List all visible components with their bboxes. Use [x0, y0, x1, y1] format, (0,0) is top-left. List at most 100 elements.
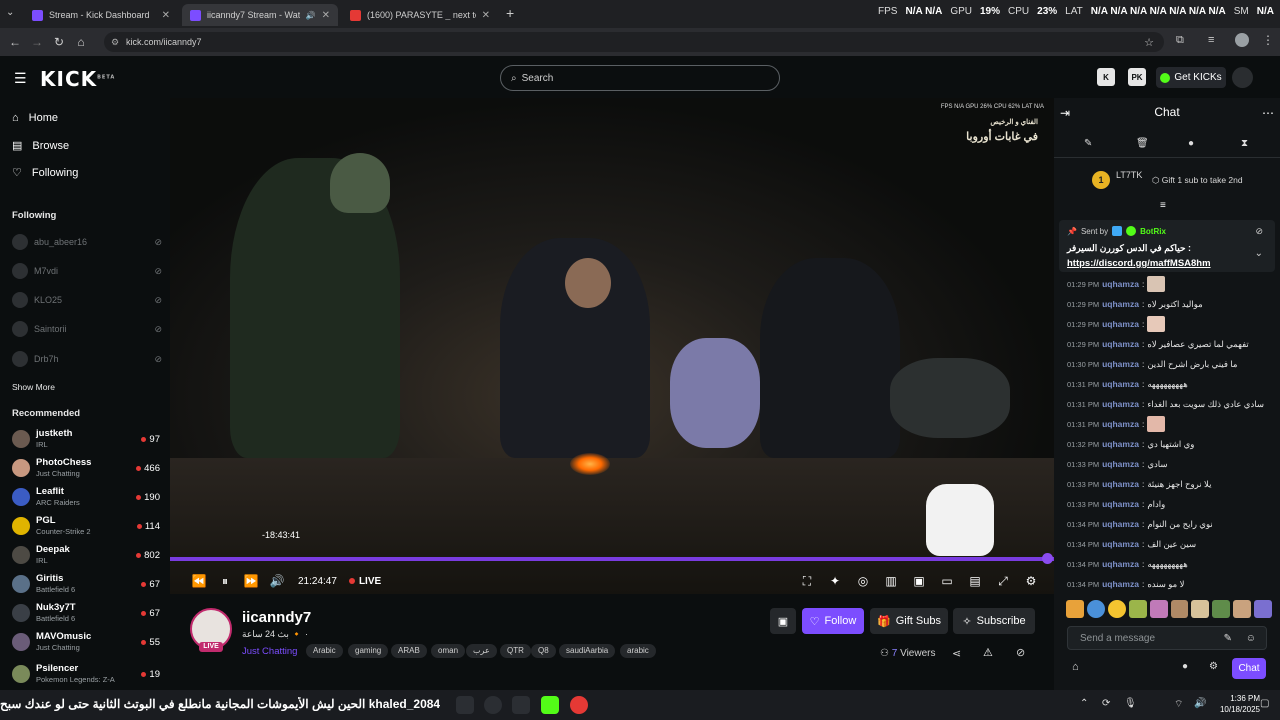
more-options-button[interactable]: ▣: [770, 608, 796, 634]
message-user[interactable]: uqhamza: [1102, 379, 1139, 389]
close-tab-icon[interactable]: ✕: [322, 10, 330, 21]
reading-list-icon[interactable]: ≡: [1208, 34, 1214, 46]
recommended-item[interactable]: Giritis Battlefield 6 67: [12, 570, 160, 598]
trash-icon[interactable]: 🗑: [1136, 138, 1149, 149]
hide-icon[interactable]: ⊘: [1016, 646, 1025, 659]
stream-tag[interactable]: Arabic: [306, 644, 343, 658]
picture-in-picture-icon[interactable]: ▣: [906, 574, 932, 588]
recommended-item[interactable]: MAVOmusic Just Chatting 55: [12, 628, 160, 656]
stream-tag[interactable]: عرب: [466, 644, 497, 658]
close-tab-icon[interactable]: ✕: [162, 10, 170, 21]
system-clock[interactable]: 1:36 PM 10/18/2025: [1220, 693, 1260, 715]
chat-menu-icon[interactable]: ⋯: [1262, 106, 1274, 120]
recommended-item[interactable]: PhotoChess Just Chatting 466: [12, 454, 160, 482]
message-user[interactable]: uqhamza: [1102, 299, 1139, 309]
following-item[interactable]: KLO25 ⊘: [12, 291, 162, 309]
emote-button[interactable]: [1212, 600, 1231, 618]
recommended-item[interactable]: Psilencer Pokemon Legends: Z-A 19: [12, 660, 160, 688]
message-user[interactable]: uqhamza: [1102, 519, 1139, 529]
chat-bubble-icon[interactable]: ●: [1182, 661, 1188, 672]
message-user[interactable]: uqhamza: [1102, 419, 1139, 429]
notifications-icon[interactable]: ▢: [1260, 698, 1269, 709]
chevron-down-icon[interactable]: ⌄: [1255, 248, 1263, 259]
bookmark-star-icon[interactable]: ☆: [1144, 36, 1154, 49]
emote-button[interactable]: [1254, 600, 1273, 618]
wifi-icon[interactable]: ⌔: [1174, 698, 1183, 711]
tray-sync-icon[interactable]: ⟳: [1102, 698, 1110, 709]
stream-category-link[interactable]: Just Chatting: [242, 646, 297, 657]
get-kicks-button[interactable]: Get KICKs: [1156, 67, 1226, 88]
rewind-icon[interactable]: ⏪: [186, 574, 212, 588]
clip-crop-icon[interactable]: ⛶: [794, 574, 820, 589]
chat-bubble-icon[interactable]: ●: [1188, 138, 1194, 149]
message-user[interactable]: uqhamza: [1102, 319, 1139, 329]
emote-button[interactable]: [1107, 600, 1126, 618]
emote-button[interactable]: [1170, 600, 1189, 618]
recommended-item[interactable]: Deepak IRL 802: [12, 541, 160, 569]
translate-icon[interactable]: ✎: [1224, 633, 1232, 644]
taskbar-app-icon[interactable]: [456, 696, 474, 714]
sidebar-item-home[interactable]: ⌂ Home: [12, 112, 58, 124]
live-indicator[interactable]: LIVE: [348, 576, 381, 587]
tab-kick-dashboard[interactable]: Stream - Kick Dashboard ✕: [24, 4, 178, 26]
new-tab-icon[interactable]: +: [506, 5, 514, 21]
fast-forward-icon[interactable]: ⏩: [238, 574, 264, 588]
taskbar-app-icon[interactable]: [512, 696, 530, 714]
top-gifter-name[interactable]: LT7TK: [1116, 170, 1142, 180]
stream-tag[interactable]: QTR: [500, 644, 531, 658]
volume-icon[interactable]: 🔊: [1194, 698, 1206, 709]
tab-list-chevron-icon[interactable]: ⌄: [6, 7, 14, 18]
volume-icon[interactable]: 🔊: [264, 574, 290, 588]
chat-settings-icon[interactable]: ⚙: [1209, 661, 1218, 672]
emoji-icon[interactable]: ☺: [1246, 633, 1256, 644]
message-user[interactable]: uqhamza: [1102, 399, 1139, 409]
video-player[interactable]: FPS N/A GPU 26% CPU 62% LAT N/A الفناي و…: [170, 98, 1054, 594]
close-tab-icon[interactable]: ✕: [482, 10, 490, 21]
user-avatar[interactable]: [1232, 67, 1253, 88]
fullscreen-icon[interactable]: ⤢: [990, 574, 1016, 589]
recommended-item[interactable]: Leaflit ARC Raiders 190: [12, 483, 160, 511]
pause-icon[interactable]: ⏸: [212, 574, 238, 589]
tray-chevron-up-icon[interactable]: ⌃: [1080, 698, 1088, 709]
message-user[interactable]: uqhamza: [1102, 499, 1139, 509]
stream-tag[interactable]: saudiAarbia: [559, 644, 616, 658]
message-user[interactable]: uqhamza: [1102, 559, 1139, 569]
stats-icon[interactable]: ▥: [878, 574, 904, 588]
url-field[interactable]: ⚙ kick.com/iicanndy7 ☆: [104, 32, 1164, 52]
home-icon[interactable]: ⌂: [70, 35, 92, 49]
tab-iicanndy7-stream[interactable]: iicanndy7 Stream - Watch L 🔊 ✕: [182, 4, 338, 26]
taskbar-app-icon[interactable]: [570, 696, 588, 714]
chat-message-input[interactable]: Send a message ✎ ☺: [1067, 626, 1267, 650]
gift-subs-button[interactable]: 🎁 Gift Subs: [870, 608, 948, 634]
stream-tag[interactable]: Q8: [531, 644, 556, 658]
kick-logo[interactable]: KICKBETA: [40, 67, 115, 91]
taskbar-app-icon[interactable]: [541, 696, 559, 714]
sparkle-icon[interactable]: ✦: [822, 574, 848, 588]
tab-parasyte-youtube[interactable]: (1600) PARASYTE _ next to you ✕: [342, 4, 498, 26]
microphone-icon[interactable]: 🎙: [1124, 698, 1137, 709]
stream-tag[interactable]: arabic: [620, 644, 656, 658]
following-item[interactable]: Saintorii ⊘: [12, 320, 162, 338]
message-user[interactable]: uqhamza: [1102, 479, 1139, 489]
recommended-item[interactable]: justketh IRL 97: [12, 425, 160, 453]
site-info-icon[interactable]: ⚙: [111, 37, 119, 48]
badge-icon-2[interactable]: PK: [1128, 68, 1146, 86]
following-item[interactable]: M7vdi ⊘: [12, 262, 162, 280]
reload-icon[interactable]: ↻: [48, 35, 70, 49]
profile-avatar[interactable]: [1235, 33, 1249, 47]
filter-icon[interactable]: ≡: [1160, 200, 1166, 211]
report-icon[interactable]: ⚠: [983, 646, 993, 659]
stream-tag[interactable]: oman: [431, 644, 466, 658]
unpin-icon[interactable]: ⊘: [1255, 226, 1263, 237]
sidebar-item-following[interactable]: ♡ Following: [12, 166, 78, 180]
show-more-link[interactable]: Show More: [12, 382, 55, 392]
hourglass-icon[interactable]: ⧗: [1241, 138, 1248, 149]
message-user[interactable]: uqhamza: [1102, 459, 1139, 469]
badge-icon-1[interactable]: K: [1097, 68, 1115, 86]
seek-bar[interactable]: [170, 557, 1054, 561]
message-user[interactable]: uqhamza: [1102, 439, 1139, 449]
speed-icon[interactable]: ◎: [850, 574, 876, 588]
speaker-icon[interactable]: 🔊: [306, 11, 316, 20]
recommended-item[interactable]: Nuk3y7T Battlefield 6 67: [12, 599, 160, 627]
sidebar-item-browse[interactable]: ▤ Browse: [12, 139, 69, 153]
